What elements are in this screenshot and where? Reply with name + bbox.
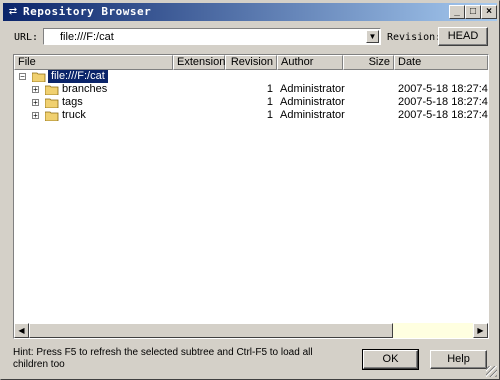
scroll-track[interactable] xyxy=(393,323,473,338)
maximize-button[interactable]: □ xyxy=(465,5,481,19)
item-revision: 1 xyxy=(266,83,273,95)
item-revision: 1 xyxy=(266,109,273,121)
tree-row[interactable]: + branches 1 Administrator 2007-5-18 18:… xyxy=(14,83,488,96)
horizontal-scrollbar[interactable]: ◀ ▶ xyxy=(14,323,488,338)
item-name: tags xyxy=(62,96,83,108)
url-label: URL: xyxy=(14,32,39,43)
expand-icon[interactable]: + xyxy=(32,99,39,107)
collapse-icon[interactable]: − xyxy=(19,73,26,81)
minimize-button[interactable]: _ xyxy=(449,5,465,19)
repository-browser-window: ⇄ Repository Browser _ □ × URL: file:///… xyxy=(0,0,500,380)
column-extension[interactable]: Extension xyxy=(173,55,225,70)
tree-root-label: file:///F:/cat xyxy=(48,70,108,83)
ok-button[interactable]: OK xyxy=(362,349,419,370)
expand-icon[interactable]: + xyxy=(32,86,39,94)
revision-head-button[interactable]: HEAD xyxy=(438,27,488,46)
item-name: truck xyxy=(62,109,86,121)
item-date: 2007-5-18 18:27:41 xyxy=(398,109,489,121)
title-bar[interactable]: ⇄ Repository Browser _ □ × xyxy=(3,3,497,21)
scroll-thumb[interactable] xyxy=(29,323,393,338)
close-button[interactable]: × xyxy=(481,5,497,19)
folder-icon xyxy=(45,98,59,108)
item-author: Administrator xyxy=(280,96,345,108)
column-author[interactable]: Author xyxy=(277,55,343,70)
tree-root-row[interactable]: − file:///F:/cat xyxy=(14,70,488,83)
app-icon: ⇄ xyxy=(8,6,18,17)
url-value: file:///F:/cat xyxy=(60,31,114,43)
hint-text: Hint: Press F5 to refresh the selected s… xyxy=(13,347,313,370)
tree-row[interactable]: + truck 1 Administrator 2007-5-18 18:27:… xyxy=(14,109,488,122)
chevron-down-icon[interactable]: ▼ xyxy=(366,30,379,43)
column-file[interactable]: File xyxy=(14,55,173,70)
tree-row[interactable]: + tags 1 Administrator 2007-5-18 18:27:4… xyxy=(14,96,488,109)
item-author: Administrator xyxy=(280,109,345,121)
resize-grip-icon[interactable] xyxy=(486,366,497,377)
scroll-left-icon[interactable]: ◀ xyxy=(14,323,29,338)
expand-icon[interactable]: + xyxy=(32,112,39,120)
scroll-right-icon[interactable]: ▶ xyxy=(473,323,488,338)
column-revision[interactable]: Revision xyxy=(225,55,277,70)
url-combobox[interactable]: file:///F:/cat ▼ xyxy=(43,28,381,45)
column-size[interactable]: Size xyxy=(343,55,394,70)
repository-tree-list[interactable]: File Extension Revision Author Size Date… xyxy=(13,54,489,339)
window-title: Repository Browser xyxy=(23,5,152,18)
item-name: branches xyxy=(62,83,108,95)
folder-icon xyxy=(45,85,59,95)
column-date[interactable]: Date xyxy=(394,55,488,70)
item-date: 2007-5-18 18:27:41 xyxy=(398,96,489,108)
revision-label: Revision: xyxy=(387,32,442,43)
item-date: 2007-5-18 18:27:41 xyxy=(398,83,489,95)
folder-icon xyxy=(45,111,59,121)
item-author: Administrator xyxy=(280,83,345,95)
item-revision: 1 xyxy=(266,96,273,108)
help-button[interactable]: Help xyxy=(430,350,487,369)
open-folder-icon xyxy=(32,72,46,82)
